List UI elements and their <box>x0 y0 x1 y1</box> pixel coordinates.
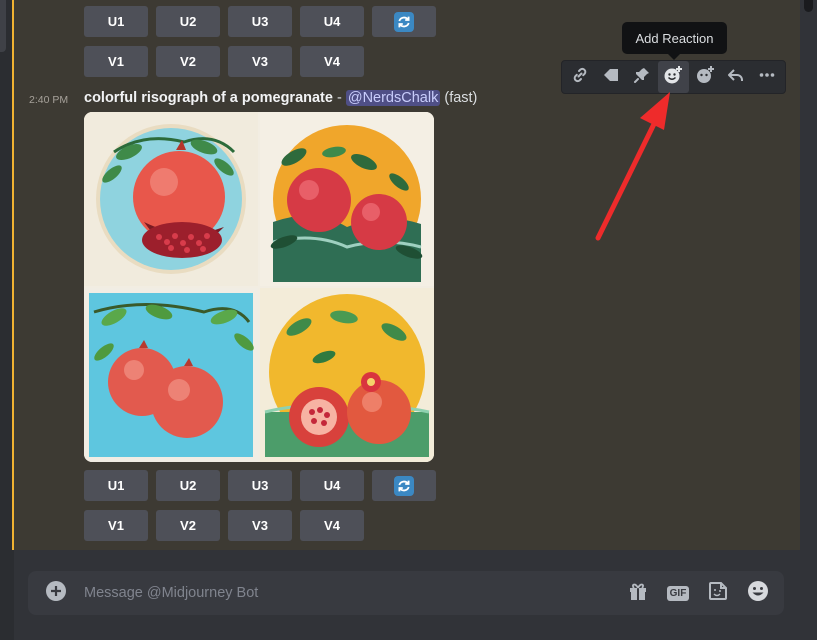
emoji-button[interactable] <box>742 577 774 609</box>
image-panel-2 <box>260 112 434 286</box>
gif-icon: GIF <box>666 585 690 601</box>
sticker-button[interactable] <box>702 577 734 609</box>
add-reaction-button[interactable] <box>657 61 690 93</box>
variation-row: V1 V2 V3 V4 <box>84 510 364 541</box>
message-text: colorful risograph of a pomegranate - @N… <box>84 90 477 106</box>
v1-button[interactable]: V1 <box>84 510 148 541</box>
u2-button[interactable]: U2 <box>156 470 220 501</box>
v4-button[interactable]: V4 <box>300 46 364 77</box>
pin-icon <box>633 66 651 88</box>
reroll-button[interactable] <box>372 6 436 37</box>
attach-button[interactable] <box>28 571 84 615</box>
reroll-button[interactable] <box>372 470 436 501</box>
gift-button[interactable] <box>622 577 654 609</box>
gift-icon <box>627 580 649 606</box>
more-button[interactable] <box>752 61 783 93</box>
sticker-icon <box>707 580 729 606</box>
message-composer: GIF <box>28 571 784 615</box>
v2-button[interactable]: V2 <box>156 510 220 541</box>
u2-button[interactable]: U2 <box>156 6 220 37</box>
u4-button[interactable]: U4 <box>300 6 364 37</box>
v3-button[interactable]: V3 <box>228 510 292 541</box>
upscale-row: U1 U2 U3 U4 <box>84 470 436 501</box>
gif-button[interactable]: GIF <box>662 577 694 609</box>
u1-button[interactable]: U1 <box>84 6 148 37</box>
image-panel-1 <box>84 112 258 286</box>
u3-button[interactable]: U3 <box>228 6 292 37</box>
message-timestamp: 2:40 PM <box>29 94 69 106</box>
add-reaction-tooltip: Add Reaction <box>622 22 727 60</box>
message-hover-toolbar <box>561 60 786 94</box>
highlight-bar <box>12 0 14 550</box>
app-reaction-button[interactable] <box>689 61 720 93</box>
top-variation-row: V1 V2 V3 V4 <box>84 46 364 77</box>
v3-button[interactable]: V3 <box>228 46 292 77</box>
prompt-text: colorful risograph of a pomegranate <box>84 90 333 106</box>
composer-icons: GIF <box>622 577 784 609</box>
app-reaction-icon <box>695 65 715 89</box>
v2-button[interactable]: V2 <box>156 46 220 77</box>
rail-stub-bottom <box>0 588 12 640</box>
copy-link-button[interactable] <box>564 61 595 93</box>
more-icon <box>758 66 776 88</box>
rail-stub <box>0 0 6 52</box>
scrollbar[interactable] <box>800 0 817 550</box>
refresh-icon <box>394 475 414 496</box>
tag-button[interactable] <box>595 61 626 93</box>
top-upscale-row: U1 U2 U3 U4 <box>84 6 436 37</box>
add-icon <box>45 580 67 606</box>
add-reaction-icon <box>663 65 683 89</box>
image-panel-4 <box>260 288 434 462</box>
tag-icon <box>602 66 620 88</box>
reply-icon <box>727 66 745 88</box>
u1-button[interactable]: U1 <box>84 470 148 501</box>
user-mention[interactable]: @NerdsChalk <box>345 90 441 106</box>
u4-button[interactable]: U4 <box>300 470 364 501</box>
refresh-icon <box>394 11 414 32</box>
separator: - <box>332 90 346 106</box>
v1-button[interactable]: V1 <box>84 46 148 77</box>
message-input[interactable] <box>84 585 622 601</box>
speed-label: (fast) <box>444 90 478 106</box>
reply-button[interactable] <box>720 61 751 93</box>
emoji-icon <box>747 580 769 606</box>
scrollbar-thumb[interactable] <box>804 0 813 12</box>
image-panel-3 <box>84 288 258 462</box>
generated-image-grid[interactable] <box>84 112 434 462</box>
u3-button[interactable]: U3 <box>228 470 292 501</box>
v4-button[interactable]: V4 <box>300 510 364 541</box>
link-icon <box>571 66 589 88</box>
pin-button[interactable] <box>627 61 658 93</box>
